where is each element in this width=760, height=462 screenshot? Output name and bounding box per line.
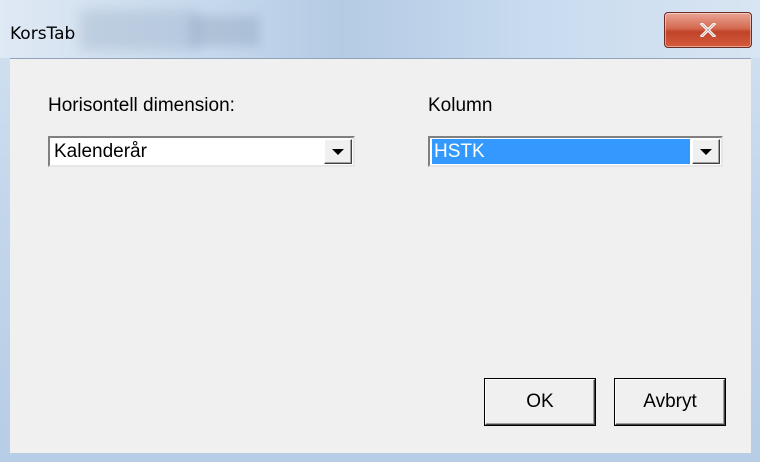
chevron-down-icon bbox=[700, 148, 712, 155]
background-blur bbox=[80, 10, 200, 50]
chevron-down-icon bbox=[332, 148, 344, 155]
column-value: HSTK bbox=[431, 138, 691, 165]
column-dropdown-button[interactable] bbox=[692, 139, 720, 164]
horizontal-dimension-label: Horisontell dimension: bbox=[48, 95, 235, 116]
column-select[interactable]: HSTK bbox=[428, 136, 723, 167]
column-label: Kolumn bbox=[428, 95, 493, 116]
close-button[interactable] bbox=[664, 12, 752, 48]
dialog-client-area: Horisontell dimension: Kalenderår Kolumn… bbox=[10, 58, 751, 453]
horizontal-dimension-value: Kalenderår bbox=[54, 141, 147, 162]
background-blur bbox=[190, 16, 260, 46]
cancel-button[interactable]: Avbryt bbox=[615, 379, 725, 425]
ok-button[interactable]: OK bbox=[485, 379, 595, 425]
horizontal-dimension-dropdown-button[interactable] bbox=[324, 139, 352, 164]
title-bar[interactable]: KorsTab bbox=[0, 0, 760, 58]
dialog-window: KorsTab Horisontell dimension: Kalenderå… bbox=[0, 0, 760, 462]
window-title: KorsTab bbox=[10, 24, 76, 44]
horizontal-dimension-select[interactable]: Kalenderår bbox=[48, 136, 355, 167]
close-icon bbox=[700, 23, 716, 37]
